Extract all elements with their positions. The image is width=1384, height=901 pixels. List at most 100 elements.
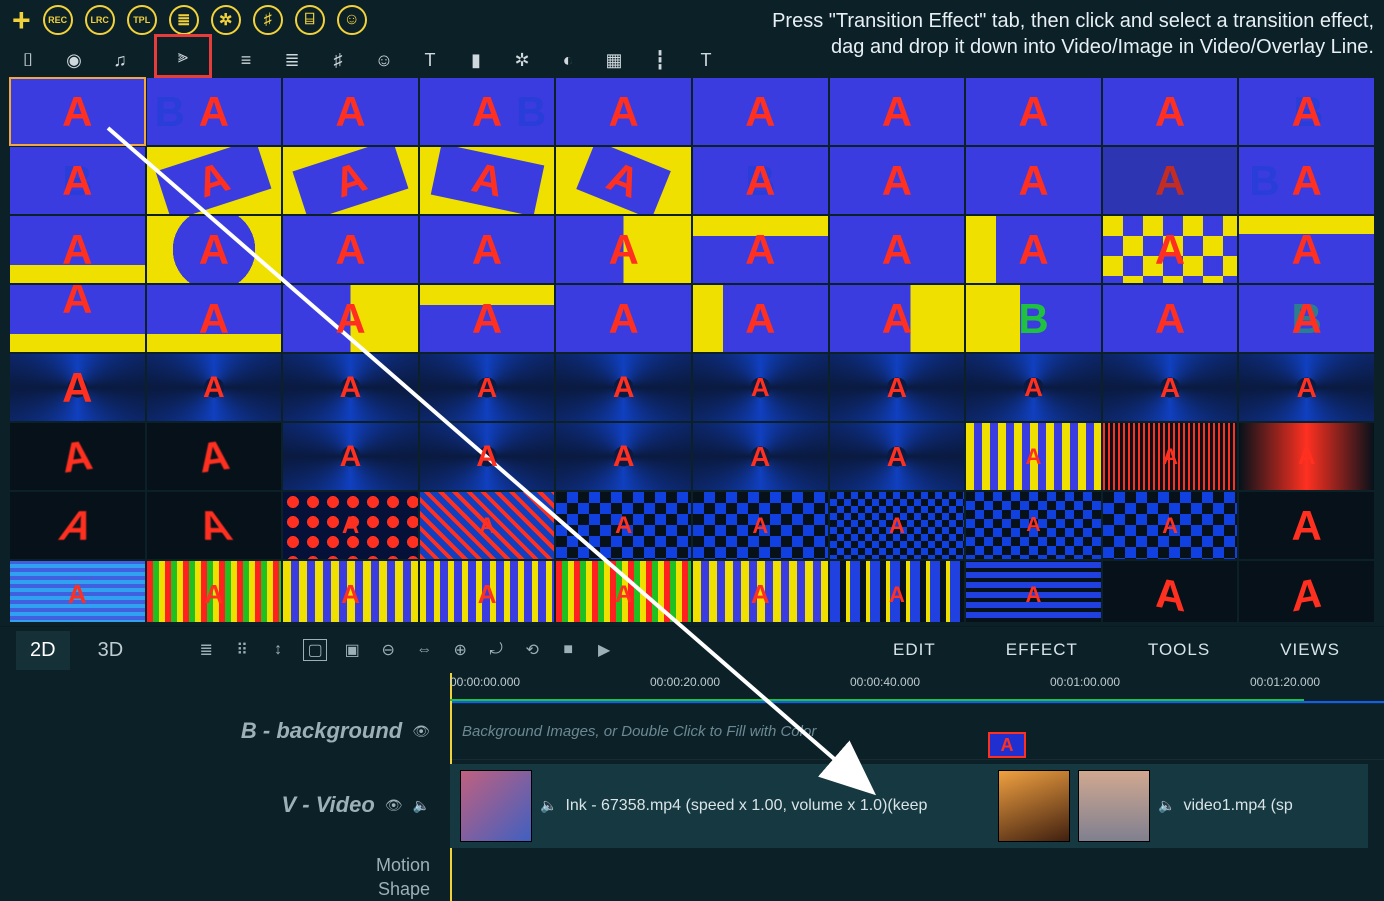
transition-tile[interactable]: BA [147,78,282,145]
menu-views[interactable]: VIEWS [1252,640,1368,660]
transition-tile[interactable]: A [966,78,1101,145]
transition-tile[interactable]: A [147,147,282,214]
transition-tile[interactable]: BA [1239,78,1374,145]
transition-tile[interactable]: A [556,354,691,421]
video-lane[interactable]: 🔈 Ink - 67358.mp4 (speed x 1.00, volume … [450,759,1384,851]
camera-icon[interactable]: ◉ [62,48,86,72]
transition-tile[interactable]: BA [420,78,555,145]
transition-tile[interactable]: A [10,285,145,352]
transition-tile[interactable]: A [283,492,418,559]
transition-tile[interactable]: A [1103,147,1238,214]
transition-tile[interactable]: A [283,78,418,145]
transition-tile[interactable]: A [556,561,691,622]
transition-tile[interactable]: A [10,216,145,283]
transition-tile[interactable]: A [147,423,282,490]
fit-icon[interactable]: ⇔ [413,639,435,661]
grid-icon[interactable]: ▦ [602,48,626,72]
transition-tile[interactable]: A [1239,216,1374,283]
transition-tile[interactable]: A [1103,423,1238,490]
transition-tile[interactable]: A [556,216,691,283]
transition-tile[interactable]: BA [693,147,828,214]
transition-tile[interactable]: A [147,354,282,421]
lrc-button[interactable]: LRC [85,5,115,35]
battery-icon[interactable]: ▮ [464,48,488,72]
transition-marker[interactable]: A [988,732,1026,758]
transition-tile[interactable]: A [147,285,282,352]
transition-tile[interactable]: A [283,354,418,421]
tab-2d[interactable]: 2D [16,631,70,670]
time-ruler[interactable]: 00:00:00.000 00:00:20.000 00:00:40.000 0… [450,673,1384,703]
transition-tile[interactable]: A [966,147,1101,214]
stop-icon[interactable]: ■ [557,639,579,661]
sort-icon[interactable]: ↕ [267,639,289,661]
transition-tile[interactable]: A [830,147,965,214]
transition-tile[interactable]: A [693,216,828,283]
transition-tile[interactable]: A [966,492,1101,559]
smiley-icon[interactable]: ☺ [372,48,396,72]
transition-tile[interactable]: A [420,423,555,490]
profile-button[interactable]: ☺ [337,5,367,35]
transition-effect-tab[interactable]: ⫸ [154,34,212,78]
list-button[interactable]: ≣ [169,5,199,35]
transition-tile[interactable]: A [147,561,282,622]
sparkle-button[interactable]: ✲ [211,5,241,35]
tab-3d[interactable]: 3D [84,631,138,670]
transition-tile[interactable]: A [556,147,691,214]
rec-button[interactable]: REC [43,5,73,35]
tpl-button[interactable]: TPL [127,5,157,35]
track-label-shape[interactable]: Shape [0,879,430,899]
align-icon[interactable]: ≣ [195,639,217,661]
frame-icon[interactable]: ▢ [303,639,327,661]
transition-tile[interactable]: A [10,423,145,490]
transition-tile[interactable]: A [283,561,418,622]
transition-tile[interactable]: A [693,354,828,421]
transition-tile[interactable]: A [10,492,145,559]
transition-tile[interactable]: BA [1239,285,1374,352]
visibility-icon[interactable]: 👁 [412,723,430,740]
window-button[interactable]: ⌸ [295,5,325,35]
visibility-icon[interactable]: 👁 [385,797,403,814]
transition-tile[interactable]: A [1103,216,1238,283]
transition-tile[interactable]: A [10,78,145,145]
transition-tile[interactable]: A [556,492,691,559]
contrast-icon[interactable]: ◐ [556,48,580,72]
transition-tile[interactable]: A [966,354,1101,421]
transition-tile[interactable]: A [1239,423,1374,490]
transition-tile[interactable]: A [1239,354,1374,421]
list2-icon[interactable]: ≣ [280,48,304,72]
bars-icon[interactable]: ┇ [648,48,672,72]
transition-tile[interactable]: A [556,78,691,145]
transition-tile[interactable]: A [10,354,145,421]
video-clip-1[interactable]: 🔈 Ink - 67358.mp4 (speed x 1.00, volume … [450,764,990,848]
transition-tile[interactable]: A [966,561,1101,622]
transition-tile[interactable]: A [420,147,555,214]
transition-tile[interactable]: A [10,561,145,622]
wave-icon[interactable]: ≡ [234,48,258,72]
transition-tile[interactable]: A [147,492,282,559]
transition-tile[interactable]: A [693,78,828,145]
transition-tile[interactable]: A [283,147,418,214]
transition-tile[interactable]: A [420,492,555,559]
transition-tile[interactable]: A [420,285,555,352]
menu-tools[interactable]: TOOLS [1120,640,1238,660]
zoomout-icon[interactable]: ⊖ [377,639,399,661]
transition-tile[interactable]: A [283,285,418,352]
redo-icon[interactable]: ⟲ [521,639,543,661]
transition-tile[interactable]: A [147,216,282,283]
transition-tile[interactable]: A [830,285,965,352]
menu-effect[interactable]: EFFECT [978,640,1106,660]
background-lane[interactable]: Background Images, or Double Click to Fi… [450,703,1384,759]
transition-tile[interactable]: A [283,216,418,283]
transition-tile[interactable]: A [1103,354,1238,421]
transition-tile[interactable]: A [1103,492,1238,559]
menu-edit[interactable]: EDIT [865,640,964,660]
transition-tile[interactable]: A [830,78,965,145]
transition-tile[interactable]: A [693,561,828,622]
mute-icon[interactable]: 🔈 [540,797,557,814]
play-icon[interactable]: ▶ [593,639,615,661]
transition-tile[interactable]: A [420,354,555,421]
mute-icon[interactable]: 🔈 [413,797,430,814]
transition-tile[interactable]: A [1103,78,1238,145]
transition-tile[interactable]: A [830,216,965,283]
layout-icon[interactable]: ⌷ [16,48,40,72]
